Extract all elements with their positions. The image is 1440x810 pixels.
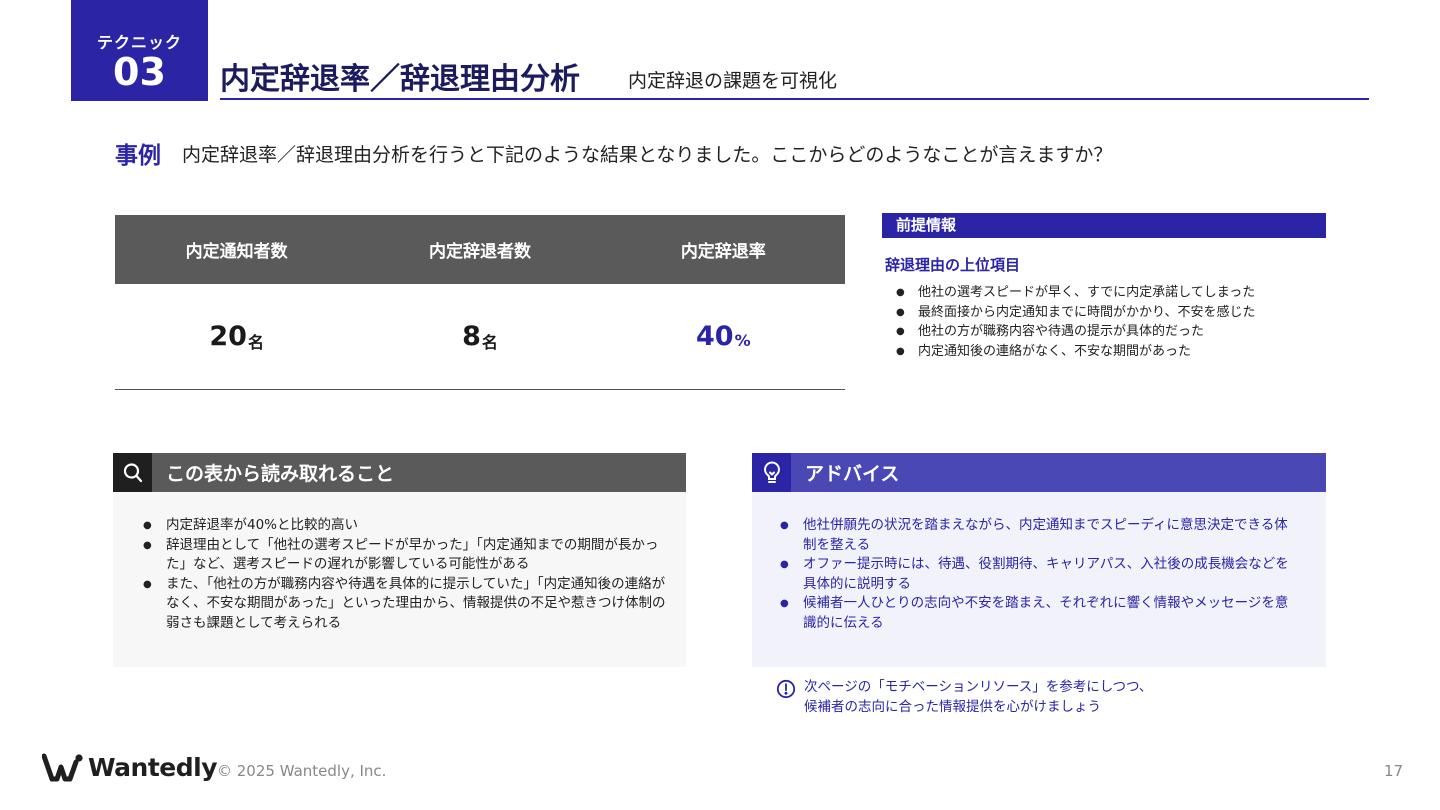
search-icon — [113, 453, 152, 492]
list-item: 他社の選考スピードが早く、すでに内定承諾してしまった — [896, 283, 1255, 303]
table-cell-decline-rate: 40% — [602, 284, 845, 389]
insights-body: 内定辞退率が40%と比較的高い 辞退理由として「他社の選考スピードが早かった」「… — [113, 492, 686, 667]
value-number: 40 — [696, 321, 734, 352]
wantedly-logo: Wantedly — [42, 752, 218, 782]
technique-number: 03 — [113, 50, 166, 94]
list-item: 他社併願先の状況を踏まえながら、内定通知までスピーディに意思決定できる体制を整え… — [780, 516, 1300, 555]
value-number: 20 — [209, 321, 247, 352]
insights-header: この表から読み取れること — [113, 453, 686, 492]
note-line: 次ページの「モチベーションリソース」を参考にしつつ、 — [804, 679, 1153, 695]
insights-list: 内定辞退率が40%と比較的高い 辞退理由として「他社の選考スピードが早かった」「… — [143, 516, 673, 633]
insights-title: この表から読み取れること — [166, 463, 395, 485]
advice-body: 他社併願先の状況を踏まえながら、内定通知までスピーディに意思決定できる体制を整え… — [752, 492, 1326, 667]
page-title: 内定辞退率／辞退理由分析 — [220, 62, 580, 97]
note-line: 候補者の志向に合った情報提供を心がけましょう — [804, 698, 1101, 715]
value-unit: % — [734, 331, 751, 350]
value-unit: 名 — [481, 332, 498, 352]
logo-text: Wantedly — [88, 752, 218, 782]
value-number: 8 — [462, 321, 481, 352]
premise-list: 他社の選考スピードが早く、すでに内定承諾してしまった 最終面接から内定通知までに… — [896, 283, 1255, 361]
exclamation-circle-icon — [776, 679, 796, 699]
table-header-cell: 内定通知者数 — [185, 242, 288, 262]
case-label: 事例 — [115, 143, 161, 169]
premise-heading: 辞退理由の上位項目 — [885, 256, 1021, 274]
list-item: 最終面接から内定通知までに時間がかかり、不安を感じた — [896, 303, 1255, 323]
results-table: 内定通知者数 内定辞退者数 内定辞退率 20 名 8名 40% — [115, 215, 845, 390]
table-header-row: 内定通知者数 内定辞退者数 内定辞退率 — [115, 215, 845, 284]
table-row: 20 名 8名 40% — [115, 284, 845, 390]
table-header-cell: 内定辞退率 — [680, 242, 766, 262]
lightbulb-icon — [752, 453, 791, 492]
case-question: 内定辞退率／辞退理由分析を行うと下記のような結果となりました。ここからどのような… — [182, 144, 1113, 166]
table-cell-offer-count: 20 名 — [115, 284, 358, 389]
advice-title: アドバイス — [805, 463, 900, 485]
list-item: 候補者一人ひとりの志向や不安を踏まえ、それぞれに響く情報やメッセージを意識的に伝… — [780, 594, 1300, 633]
note-text: 次ページの「モチベーションリソース」を参考にしつつ、 候補者の志向に合った情報提… — [804, 678, 1152, 717]
copyright: © 2025 Wantedly, Inc. — [217, 762, 387, 780]
list-item: 辞退理由として「他社の選考スピードが早かった」「内定通知までの期間が長かった」な… — [143, 536, 673, 575]
list-item: 他社の方が職務内容や待遇の提示が具体的だった — [896, 322, 1255, 342]
list-item: オファー提示時には、待遇、役割期待、キャリアパス、入社後の成長機会などを具体的に… — [780, 555, 1300, 594]
list-item: また、「他社の方が職務内容や待遇を具体的に提示していた」「内定通知後の連絡がなく… — [143, 575, 673, 634]
title-divider — [220, 98, 1369, 100]
table-header-cell: 内定辞退者数 — [428, 242, 531, 262]
advice-note: 次ページの「モチベーションリソース」を参考にしつつ、 候補者の志向に合った情報提… — [776, 678, 1152, 717]
value-unit: 名 — [247, 332, 264, 352]
advice-header: アドバイス — [752, 453, 1326, 492]
wantedly-mark-icon — [42, 753, 83, 782]
advice-list: 他社併願先の状況を踏まえながら、内定通知までスピーディに意思決定できる体制を整え… — [780, 516, 1300, 633]
technique-badge: テクニック 03 — [71, 0, 208, 101]
list-item: 内定辞退率が40%と比較的高い — [143, 516, 673, 536]
premise-header: 前提情報 — [882, 213, 1326, 238]
page-subtitle: 内定辞退の課題を可視化 — [628, 70, 838, 92]
page-number: 17 — [1384, 762, 1404, 780]
table-cell-decline-count: 8名 — [358, 284, 601, 389]
list-item: 内定通知後の連絡がなく、不安な期間があった — [896, 342, 1255, 362]
